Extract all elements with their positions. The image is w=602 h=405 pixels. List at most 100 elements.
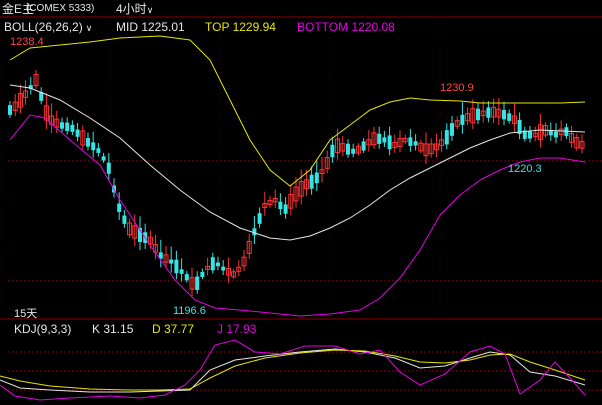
candle: [195, 271, 200, 294]
label-low-right: 1220.3: [508, 163, 542, 175]
candle: [548, 122, 553, 141]
candle: [366, 130, 372, 152]
period-days-label: 15天: [14, 308, 38, 320]
candle: [216, 256, 220, 271]
candle: [454, 116, 460, 130]
label-high-right: 1230.9: [440, 82, 474, 94]
candle: [433, 133, 439, 157]
candle: [314, 161, 319, 192]
candle: [532, 126, 538, 142]
candle: [158, 239, 163, 268]
candle: [28, 77, 33, 95]
candle: [169, 246, 174, 273]
candle: [355, 143, 361, 156]
candle: [418, 139, 424, 154]
candle: [496, 98, 502, 125]
candle: [210, 252, 215, 274]
candle: [106, 153, 111, 181]
kdj-legend: KDJ(9,3,3) K 31.15 D 37.77 J 17.93: [0, 320, 602, 338]
candle: [480, 100, 486, 123]
candle: [225, 257, 231, 283]
candle: [346, 139, 350, 158]
candle: [298, 169, 304, 205]
candle: [361, 138, 366, 153]
candle: [200, 268, 205, 280]
candle: [221, 260, 226, 276]
label-low-mid: 1196.6: [173, 305, 206, 317]
kdj-d-line: [0, 349, 586, 391]
kdj-k-value: K 31.15: [92, 322, 134, 336]
candle: [522, 126, 527, 142]
candle: [511, 103, 517, 133]
candle: [86, 132, 90, 151]
candle: [351, 143, 356, 158]
candle: [444, 123, 449, 150]
candle: [554, 123, 558, 144]
candle: [39, 87, 44, 105]
candle: [132, 214, 138, 247]
candle: [80, 125, 86, 149]
candle: [397, 130, 403, 153]
candle: [33, 69, 39, 89]
candle: [502, 101, 506, 126]
kdj-d-value: D 37.77: [152, 322, 195, 336]
candle: [413, 134, 418, 151]
candle: [423, 132, 429, 164]
candle: [569, 125, 575, 148]
candle: [252, 215, 257, 244]
candle: [241, 249, 247, 271]
candles: [8, 69, 585, 297]
candle: [65, 117, 70, 135]
candle: [330, 136, 335, 163]
candle: [257, 207, 262, 228]
candle: [12, 94, 18, 117]
candle: [324, 150, 330, 174]
candle: [517, 112, 522, 140]
candle: [189, 267, 195, 297]
candle: [387, 126, 392, 156]
candle: [236, 260, 242, 277]
candle: [377, 126, 382, 149]
candle: [272, 189, 278, 209]
candle: [205, 257, 211, 276]
boll-bottom-line: [9, 114, 586, 317]
candle: [75, 123, 80, 142]
candle: [70, 120, 75, 136]
candle: [428, 138, 434, 158]
candle: [340, 135, 346, 157]
candle: [507, 109, 512, 124]
candle: [246, 233, 252, 259]
candle: [49, 103, 55, 134]
candle: [23, 80, 29, 105]
candle: [382, 130, 387, 147]
candle: [371, 126, 377, 149]
candle: [460, 102, 465, 134]
candle: [309, 166, 314, 195]
candle: [262, 191, 268, 216]
candle: [392, 134, 398, 153]
candle: [579, 134, 585, 154]
label-high-left: 1238.4: [10, 36, 44, 48]
candle: [179, 258, 184, 282]
candle: [122, 209, 127, 228]
candle: [465, 107, 471, 126]
candle: [491, 98, 497, 124]
candle: [43, 93, 49, 129]
candle: [402, 134, 408, 145]
candle: [476, 102, 480, 125]
candlestick-chart[interactable]: [0, 0, 602, 405]
candle: [127, 218, 133, 238]
candle: [470, 99, 476, 130]
candle: [574, 133, 580, 151]
kdj-j-line: [0, 339, 586, 401]
kdj-lines: [0, 339, 586, 401]
candle: [283, 197, 288, 219]
candle: [288, 184, 294, 215]
candle: [450, 116, 454, 141]
candle: [486, 101, 491, 123]
kdj-label[interactable]: KDJ(9,3,3): [14, 320, 71, 338]
candle: [17, 84, 23, 114]
candle: [537, 113, 543, 148]
candle: [8, 100, 12, 118]
candle: [408, 128, 413, 152]
